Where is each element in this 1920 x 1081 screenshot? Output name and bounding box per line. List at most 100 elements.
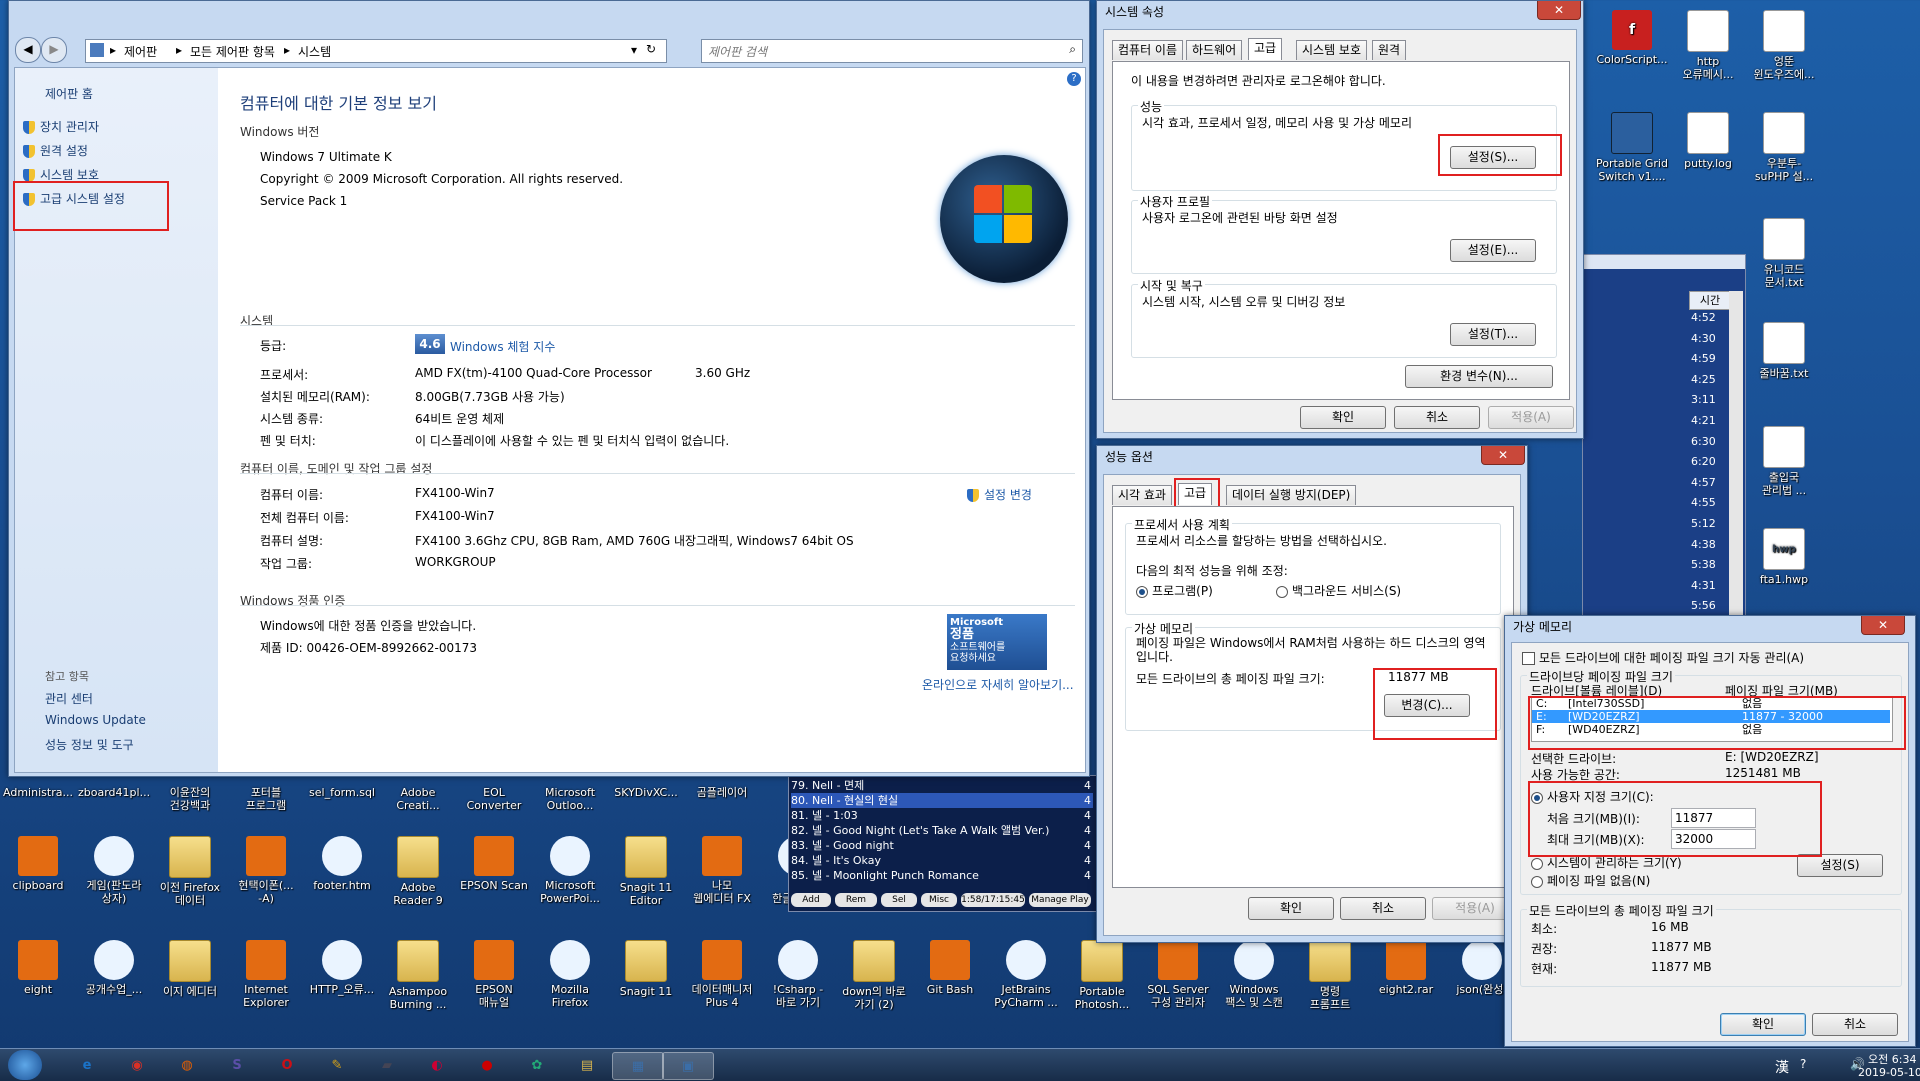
tab-hardware[interactable]: 하드웨어 xyxy=(1186,40,1243,60)
desktop-icon[interactable]: EPSON 매뉴얼 xyxy=(458,940,530,1009)
ok-button[interactable]: 확인 xyxy=(1720,1013,1806,1036)
desktop-icon[interactable]: 출입국 관리법 ... xyxy=(1748,426,1820,497)
playlist-button[interactable]: 1:58/17:15:45 xyxy=(961,893,1025,907)
desktop-icon[interactable]: Snagit 11 Editor xyxy=(610,836,682,907)
cancel-button[interactable]: 취소 xyxy=(1340,897,1426,920)
clock-date[interactable]: 2019-05-10 xyxy=(1858,1066,1920,1079)
playlist-row[interactable]: 81. 넬 - 1:03 4 xyxy=(791,808,1093,823)
see-also-windows-update[interactable]: Windows Update xyxy=(45,713,146,727)
playlist-row[interactable]: 83. 넬 - Good night 4 xyxy=(791,838,1093,853)
desktop-icon[interactable]: Administra... xyxy=(2,786,74,799)
desktop-icon[interactable]: !Csharp - 바로 가기 xyxy=(762,940,834,1009)
ie-icon[interactable]: e xyxy=(62,1052,112,1078)
desktop-icon[interactable]: 데이터매니저 Plus 4 xyxy=(686,940,758,1009)
breadcrumb-item[interactable]: 시스템 xyxy=(298,43,331,60)
desktop-icon[interactable]: 우분투- suPHP 설... xyxy=(1748,112,1820,183)
clock-time[interactable]: 오전 6:34 xyxy=(1868,1051,1916,1067)
desktop-icon[interactable]: 명령 프롬프트 xyxy=(1294,940,1366,1011)
desktop-icon[interactable]: Snagit 11 xyxy=(610,940,682,998)
desktop-icon[interactable]: 이지 에디터 xyxy=(154,940,226,998)
radio-background-services[interactable]: 백그라운드 서비스(S) xyxy=(1276,582,1401,599)
breadcrumb-item[interactable]: 제어판 xyxy=(124,43,157,60)
app-icon[interactable]: ✿ xyxy=(512,1052,562,1078)
playlist-button[interactable]: Rem xyxy=(835,893,877,907)
learn-more-link[interactable]: 온라인으로 자세히 알아보기... xyxy=(922,676,1074,693)
playlist-row[interactable]: 82. 넬 - Good Night (Let's Take A Walk 앨범… xyxy=(791,823,1093,838)
desktop-icon[interactable]: Microsoft Outloo... xyxy=(534,786,606,812)
back-button[interactable]: ◀ xyxy=(15,37,41,63)
app-icon[interactable]: ✎ xyxy=(312,1052,362,1078)
desktop-icon[interactable]: Portable Grid Switch v1.... xyxy=(1596,112,1668,183)
search-input[interactable]: 제어판 검색 ⌕ xyxy=(701,39,1083,63)
desktop-icon[interactable]: Microsoft PowerPoi... xyxy=(534,836,606,905)
desktop-icon[interactable]: Portable Photosh... xyxy=(1066,940,1138,1011)
sidebar-item-device-manager[interactable]: 장치 관리자 xyxy=(23,118,99,135)
playlist-row[interactable]: 84. 넬 - It's Okay 4 xyxy=(791,853,1093,868)
playlist-button[interactable]: Manage Play xyxy=(1029,893,1091,907)
desktop-icon[interactable]: JetBrains PyCharm ... xyxy=(990,940,1062,1009)
desktop-icon[interactable]: 포터블 프로그램 xyxy=(230,786,302,812)
folder-icon[interactable]: ▤ xyxy=(562,1052,612,1078)
playlist-row[interactable]: 85. 넬 - Moonlight Punch Romance 4 xyxy=(791,868,1093,883)
cancel-button[interactable]: 취소 xyxy=(1812,1013,1898,1036)
radio-no-paging[interactable]: 페이징 파일 없음(N) xyxy=(1531,872,1650,889)
desktop-icon[interactable]: footer.htm xyxy=(306,836,378,892)
breadcrumb-item[interactable]: 모든 제어판 항목 xyxy=(190,43,275,60)
apply-button[interactable]: 적용(A) xyxy=(1488,406,1574,429)
desktop-icon[interactable]: 이윤잔의 건강백과 xyxy=(154,786,226,812)
playlist-row[interactable]: 79. Nell - 면제 4 xyxy=(791,778,1093,793)
rating-badge[interactable]: 4.6 xyxy=(415,334,445,354)
sidebar-home-link[interactable]: 제어판 홈 xyxy=(45,85,93,102)
firefox-icon[interactable]: ◍ xyxy=(162,1052,212,1078)
desktop-icon[interactable]: eight2.rar xyxy=(1370,940,1442,996)
forward-button[interactable]: ▶ xyxy=(41,37,67,63)
help-icon[interactable]: ? xyxy=(1067,72,1081,86)
set-button[interactable]: 설정(S) xyxy=(1797,854,1883,877)
desktop-icon[interactable]: f ColorScript... xyxy=(1596,10,1668,66)
tab-remote[interactable]: 원격 xyxy=(1372,40,1407,60)
chrome-icon[interactable]: ◉ xyxy=(112,1052,162,1078)
tab-advanced[interactable]: 고급 xyxy=(1248,38,1283,60)
desktop-icon[interactable]: 줄바꿈.txt xyxy=(1748,322,1820,380)
radio-programs[interactable]: 프로그램(P) xyxy=(1136,582,1213,599)
playlist-button[interactable]: Add xyxy=(791,893,831,907)
close-icon[interactable]: ✕ xyxy=(1537,1,1581,20)
experience-index-link[interactable]: Windows 체험 지수 xyxy=(450,338,555,355)
desktop-icon[interactable]: Internet Explorer xyxy=(230,940,302,1009)
playlist-button[interactable]: Sel xyxy=(881,893,917,907)
sidebar-item-remote[interactable]: 원격 설정 xyxy=(23,142,88,159)
playlist-button[interactable]: Misc xyxy=(921,893,957,907)
desktop-icon[interactable]: zboard41pl... xyxy=(78,786,150,799)
desktop-icon[interactable]: 현택이폰(... -A) xyxy=(230,836,302,905)
app-icon[interactable]: ▰ xyxy=(362,1052,412,1078)
ok-button[interactable]: 확인 xyxy=(1248,897,1334,920)
desktop-icon[interactable]: hwp fta1.hwp xyxy=(1748,528,1820,586)
environment-variables-button[interactable]: 환경 변수(N)... xyxy=(1405,365,1553,388)
see-also-action-center[interactable]: 관리 센터 xyxy=(45,690,93,707)
address-bar[interactable]: ▸ 제어판 ▸ 모든 제어판 항목 ▸ 시스템 ▾ ↻ xyxy=(85,39,667,63)
desktop-icon[interactable]: 곰플레이어 xyxy=(686,786,758,799)
desktop-icon[interactable]: Ashampoo Burning ... xyxy=(382,940,454,1011)
desktop-icon[interactable]: 엉뚠 윈도우즈에... xyxy=(1748,10,1820,81)
desktop-icon[interactable]: http 오류메시... xyxy=(1672,10,1744,81)
startup-settings-button[interactable]: 설정(T)... xyxy=(1450,323,1536,346)
desktop-icon[interactable]: Windows 팩스 및 스캔 xyxy=(1218,940,1290,1009)
profiles-settings-button[interactable]: 설정(E)... xyxy=(1450,239,1536,262)
desktop-icon[interactable]: sel_form.sql xyxy=(306,786,378,799)
desktop-icon[interactable]: 유니코드 문서.txt xyxy=(1748,218,1820,289)
desktop-icon[interactable]: Adobe Reader 9 xyxy=(382,836,454,907)
start-button[interactable] xyxy=(8,1050,42,1080)
tab-system-protection[interactable]: 시스템 보호 xyxy=(1296,40,1368,60)
ime-indicator[interactable]: 漢 xyxy=(1775,1057,1789,1077)
app-icon[interactable]: ▣ xyxy=(662,1052,714,1080)
app-icon[interactable]: ◐ xyxy=(412,1052,462,1078)
desktop-icon[interactable]: Git Bash xyxy=(914,940,986,996)
close-icon[interactable]: ✕ xyxy=(1481,446,1525,465)
ok-button[interactable]: 확인 xyxy=(1300,406,1386,429)
tab-visual-effects[interactable]: 시각 효과 xyxy=(1112,485,1172,505)
desktop-icon[interactable]: clipboard xyxy=(2,836,74,892)
cancel-button[interactable]: 취소 xyxy=(1394,406,1480,429)
auto-manage-checkbox[interactable]: 모든 드라이브에 대한 페이징 파일 크기 자동 관리(A) xyxy=(1522,649,1804,666)
desktop-icon[interactable]: down의 바로 가기 (2) xyxy=(838,940,910,1011)
desktop-icon[interactable]: 나모 웹에디터 FX xyxy=(686,836,758,905)
